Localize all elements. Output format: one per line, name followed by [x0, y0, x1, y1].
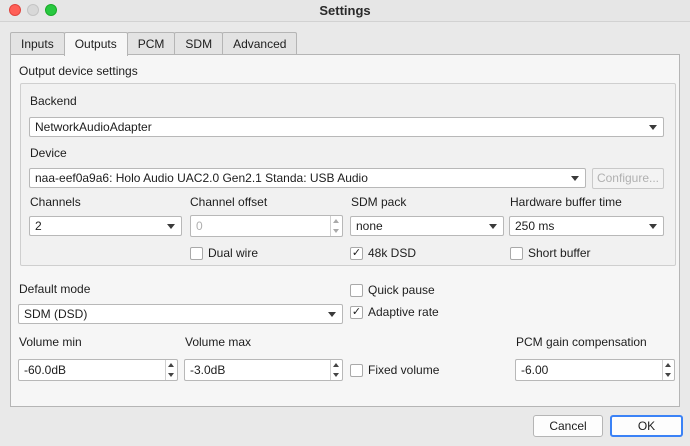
pcm-gain-spinbox[interactable]: -6.00	[515, 359, 675, 381]
chevron-down-icon	[328, 312, 336, 317]
hardware-buffer-value: 250 ms	[515, 219, 555, 233]
chevron-down-icon	[489, 224, 497, 229]
device-label: Device	[30, 146, 67, 160]
channel-offset-value: 0	[196, 219, 203, 233]
chevron-down-icon	[571, 176, 579, 181]
volume-max-value: -3.0dB	[190, 363, 226, 377]
configure-button[interactable]: Configure...	[592, 168, 664, 189]
arrow-up-icon	[665, 363, 671, 367]
tab-pcm[interactable]: PCM	[126, 32, 176, 55]
pcm-gain-label: PCM gain compensation	[516, 335, 647, 349]
default-mode-select[interactable]: SDM (DSD)	[18, 304, 343, 324]
chevron-down-icon	[649, 224, 657, 229]
spin-buttons[interactable]	[330, 360, 342, 380]
arrow-up-icon	[168, 363, 174, 367]
device-value: naa-eef0a9a6: Holo Audio UAC2.0 Gen2.1 S…	[35, 171, 368, 185]
short-buffer-checkbox[interactable]: Short buffer	[510, 246, 590, 260]
backend-select[interactable]: NetworkAudioAdapter	[29, 117, 664, 137]
default-mode-label: Default mode	[19, 282, 91, 296]
volume-min-spinbox[interactable]: -60.0dB	[18, 359, 178, 381]
chevron-down-icon	[167, 224, 175, 229]
channels-label: Channels	[30, 195, 81, 209]
volume-min-label: Volume min	[19, 335, 82, 349]
checkbox-box	[190, 246, 203, 260]
checkmark-icon: ✓	[350, 305, 363, 319]
fixed-volume-checkbox[interactable]: Fixed volume	[350, 363, 439, 377]
arrow-down-icon	[168, 373, 174, 377]
volume-max-spinbox[interactable]: -3.0dB	[184, 359, 343, 381]
spin-buttons[interactable]	[662, 360, 674, 380]
dsd48k-label: 48k DSD	[368, 246, 417, 260]
tab-sdm[interactable]: SDM	[174, 32, 224, 55]
spin-buttons[interactable]	[165, 360, 177, 380]
short-buffer-label: Short buffer	[528, 246, 591, 260]
dsd48k-checkbox[interactable]: ✓ 48k DSD	[350, 246, 416, 260]
dual-wire-checkbox[interactable]: Dual wire	[190, 246, 258, 260]
tab-advanced[interactable]: Advanced	[222, 32, 298, 55]
channels-select[interactable]: 2	[29, 216, 182, 236]
tab-inputs[interactable]: Inputs	[10, 32, 65, 55]
backend-value: NetworkAudioAdapter	[35, 120, 152, 134]
volume-min-value: -60.0dB	[24, 363, 67, 377]
tab-bar: Inputs Outputs PCM SDM Advanced	[10, 32, 298, 56]
channel-offset-spinbox[interactable]: 0	[190, 215, 343, 237]
sdm-pack-label: SDM pack	[351, 195, 407, 209]
fixed-volume-label: Fixed volume	[368, 363, 440, 377]
checkbox-box	[350, 283, 363, 297]
quick-pause-checkbox[interactable]: Quick pause	[350, 283, 435, 297]
volume-max-label: Volume max	[185, 335, 252, 349]
arrow-down-icon	[665, 373, 671, 377]
adaptive-rate-label: Adaptive rate	[368, 305, 439, 319]
backend-label: Backend	[30, 94, 77, 108]
arrow-up-icon	[333, 219, 339, 223]
sdm-pack-select[interactable]: none	[350, 216, 504, 236]
checkbox-box	[350, 363, 363, 377]
sdm-pack-value: none	[356, 219, 383, 233]
cancel-button[interactable]: Cancel	[533, 415, 603, 437]
window-title: Settings	[319, 3, 371, 18]
channels-value: 2	[35, 219, 42, 233]
arrow-down-icon	[333, 229, 339, 233]
section-title: Output device settings	[19, 64, 138, 78]
spin-buttons[interactable]	[330, 216, 342, 236]
ok-button[interactable]: OK	[610, 415, 683, 437]
dual-wire-label: Dual wire	[208, 246, 259, 260]
quick-pause-label: Quick pause	[368, 283, 435, 297]
checkbox-box	[510, 246, 523, 260]
hardware-buffer-select[interactable]: 250 ms	[509, 216, 664, 236]
arrow-up-icon	[333, 363, 339, 367]
hardware-buffer-label: Hardware buffer time	[510, 195, 622, 209]
device-select[interactable]: naa-eef0a9a6: Holo Audio UAC2.0 Gen2.1 S…	[29, 168, 586, 188]
checkmark-icon: ✓	[350, 246, 363, 260]
title-bar: Settings	[0, 0, 690, 22]
channel-offset-label: Channel offset	[190, 195, 268, 209]
pcm-gain-value: -6.00	[521, 363, 549, 377]
adaptive-rate-checkbox[interactable]: ✓ Adaptive rate	[350, 305, 439, 319]
default-mode-value: SDM (DSD)	[24, 307, 88, 321]
tab-outputs[interactable]: Outputs	[63, 32, 128, 56]
chevron-down-icon	[649, 125, 657, 130]
arrow-down-icon	[333, 373, 339, 377]
